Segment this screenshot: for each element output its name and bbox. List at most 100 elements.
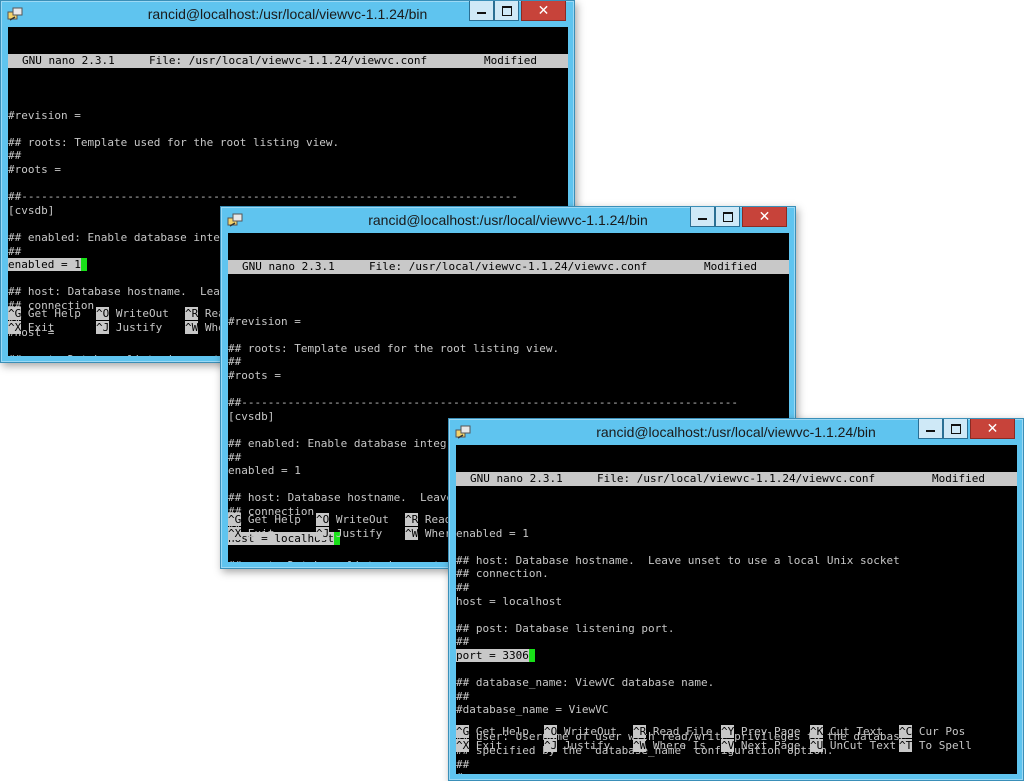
nano-editor[interactable]: GNU nano 2.3.1 File: /usr/local/viewvc-1… (456, 445, 1017, 774)
shortcut-item[interactable]: ^U UnCut Text (810, 738, 897, 753)
maximize-button[interactable] (943, 419, 968, 439)
editor-line[interactable]: enabled = 1 (456, 527, 1017, 541)
close-button[interactable]: ✕ (970, 419, 1015, 439)
shortcut-key: ^T (899, 738, 913, 752)
shortcut-label: WriteOut (115, 307, 169, 320)
line-text: ##--------------------------------------… (228, 396, 738, 410)
editor-line[interactable]: ## roots: Template used for the root lis… (8, 136, 568, 150)
minimize-button[interactable] (469, 1, 494, 21)
shortcut-item[interactable]: ^T To Spell (899, 738, 972, 753)
editor-line[interactable]: ## (456, 635, 1017, 649)
close-button[interactable]: ✕ (742, 207, 787, 227)
line-text: [cvsdb] (8, 203, 55, 217)
editor-line[interactable] (228, 301, 789, 315)
shortcut-label: WriteOut (335, 513, 389, 526)
editor-line[interactable]: host = localhost (456, 595, 1017, 609)
shortcut-label: Exit (247, 526, 275, 540)
editor-line[interactable] (8, 177, 568, 191)
shortcut-item[interactable]: ^X Exit (228, 526, 275, 541)
maximize-button[interactable] (494, 1, 519, 21)
shortcut-key: ^O (544, 725, 558, 738)
shortcut-key: ^G (456, 725, 470, 738)
editor-line[interactable]: #revision = (8, 109, 568, 123)
editor-line[interactable]: #revision = (228, 315, 789, 329)
editor-line[interactable] (456, 540, 1017, 554)
shortcut-item[interactable]: ^W Where Is (633, 738, 706, 753)
editor-line[interactable] (456, 608, 1017, 622)
editor-line[interactable]: ## (456, 690, 1017, 704)
editor-line[interactable]: #user = (456, 771, 1017, 774)
editor-line[interactable]: ## (456, 758, 1017, 772)
close-icon: ✕ (537, 2, 550, 19)
maximize-button[interactable] (715, 207, 740, 227)
text-cursor (80, 258, 87, 272)
shortcut-key: ^R (185, 307, 199, 320)
shortcut-item[interactable]: ^Y Prev Page (721, 725, 800, 739)
editor-line[interactable]: ## host: Database hostname. Leave unset … (456, 554, 1017, 568)
editor-line[interactable] (8, 122, 568, 136)
editor-line[interactable]: ## connection. (456, 567, 1017, 581)
line-text: ## (228, 450, 242, 464)
minimize-button[interactable] (690, 207, 715, 227)
title-bar[interactable]: rancid@localhost:/usr/local/viewvc-1.1.2… (1, 1, 574, 27)
editor-line[interactable] (456, 513, 1017, 527)
editor-line[interactable]: ## post: Database listening port. (456, 622, 1017, 636)
editor-line[interactable]: port = 3306 (456, 648, 1017, 663)
shortcut-key: ^W (405, 526, 419, 540)
shortcut-label: Get Help (247, 513, 301, 526)
minimize-button[interactable] (918, 419, 943, 439)
nano-version: GNU nano 2.3.1 (22, 54, 115, 68)
terminal-window-3[interactable]: rancid@localhost:/usr/local/viewvc-1.1.2… (448, 418, 1024, 781)
shortcut-item[interactable]: ^V Next Page (721, 738, 800, 753)
shortcut-item[interactable]: ^O WriteOut (544, 725, 617, 739)
shortcut-item[interactable]: ^J Justify (96, 320, 162, 335)
line-text: #roots = (8, 162, 61, 176)
line-text: #revision = (8, 108, 81, 122)
line-text: ## (456, 580, 470, 594)
minimize-icon (698, 218, 707, 220)
shortcut-item[interactable]: ^X Exit (8, 320, 54, 335)
shortcut-key: ^J (316, 526, 330, 540)
line-text: ## connection. (456, 567, 549, 581)
shortcut-item[interactable]: ^K Cut Text (810, 725, 883, 739)
editor-line[interactable]: ## database_name: ViewVC database name. (456, 676, 1017, 690)
editor-line[interactable]: ##--------------------------------------… (8, 190, 568, 204)
editor-line[interactable]: #database_name = ViewVC (456, 703, 1017, 717)
shortcut-label: Get Help (475, 725, 529, 738)
shortcut-item[interactable]: ^G Get Help (8, 307, 81, 321)
shortcut-item[interactable]: ^G Get Help (456, 725, 529, 739)
shortcut-key: ^W (633, 738, 647, 752)
nano-version: GNU nano 2.3.1 (470, 472, 563, 486)
shortcut-label: Justify (335, 526, 383, 540)
shortcut-item[interactable]: ^G Get Help (228, 513, 301, 527)
title-bar[interactable]: rancid@localhost:/usr/local/viewvc-1.1.2… (221, 207, 795, 233)
shortcut-item[interactable]: ^J Justify (544, 738, 610, 753)
shortcut-item[interactable]: ^C Cur Pos (899, 725, 965, 739)
editor-line[interactable] (456, 663, 1017, 677)
shortcut-key: ^J (96, 320, 110, 334)
editor-line[interactable]: ## roots: Template used for the root lis… (228, 342, 789, 356)
close-button[interactable]: ✕ (521, 1, 566, 21)
editor-line[interactable] (228, 383, 789, 397)
shortcut-item[interactable]: ^X Exit (456, 738, 502, 753)
shortcut-key: ^W (185, 320, 199, 334)
editor-line[interactable]: ##--------------------------------------… (228, 396, 789, 410)
shortcut-item[interactable]: ^J Justify (316, 526, 383, 541)
shortcut-item[interactable]: ^O WriteOut (96, 307, 169, 321)
editor-line[interactable] (8, 95, 568, 109)
title-bar[interactable]: rancid@localhost:/usr/local/viewvc-1.1.2… (449, 419, 1023, 445)
editor-line[interactable]: #roots = (228, 369, 789, 383)
shortcut-item[interactable]: ^O WriteOut (316, 513, 389, 527)
editor-line[interactable]: ## (8, 149, 568, 163)
editor-line[interactable] (228, 328, 789, 342)
editor-line[interactable]: ## (456, 581, 1017, 595)
line-text: port = 3306 (456, 648, 529, 662)
editor-line[interactable]: #roots = (8, 163, 568, 177)
editor-line[interactable]: ## (228, 355, 789, 369)
shortcut-label: UnCut Text (829, 738, 897, 752)
line-text: #user = (456, 771, 502, 774)
text-cursor (528, 648, 535, 662)
shortcut-item[interactable]: ^R Read File (633, 725, 712, 739)
shortcut-label: Cut Text (829, 725, 883, 738)
minimize-icon (477, 12, 486, 14)
